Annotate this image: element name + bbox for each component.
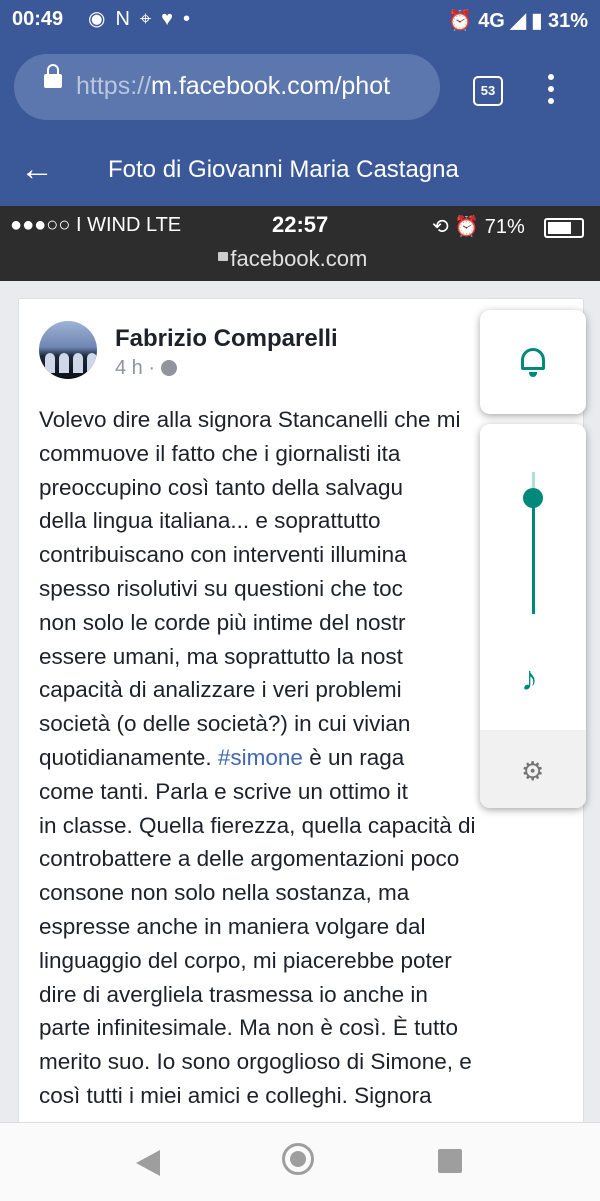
url-scheme: https:// (76, 72, 152, 100)
volume-settings: ⚙ (480, 730, 586, 808)
location-icon: ⌖ (139, 8, 162, 30)
url-host: m.facebook.com/phot (151, 72, 391, 100)
embedded-battery-fill (548, 222, 571, 234)
post-text-part1: Volevo dire alla signora Stancanelli che… (39, 407, 461, 770)
gear-icon[interactable]: ⚙ (521, 756, 544, 787)
bell-clapper (529, 372, 537, 377)
url-text: https://m.facebook.com/phot (76, 72, 426, 101)
url-bar[interactable]: https://m.facebook.com/phot (14, 54, 440, 120)
notification-icons: ◉N⌖♥• (88, 6, 200, 31)
globe-icon (161, 360, 178, 376)
browser-toolbar: https://m.facebook.com/phot 53 (0, 40, 600, 134)
dot-icon: • (183, 8, 201, 30)
status-time: 00:49 (12, 8, 64, 30)
lock-icon (44, 64, 62, 88)
post-text-part2: è un raga come tanti. Parla e scrive un … (39, 744, 476, 1108)
embedded-battery-icon (544, 218, 584, 238)
embedded-time: 22:57 (272, 212, 329, 237)
page-title: Foto di Giovanni Maria Castagna (108, 156, 459, 183)
post-author[interactable]: Fabrizio Comparelli (115, 325, 338, 353)
bell-icon[interactable] (521, 348, 545, 370)
navigation-bar (0, 1122, 600, 1201)
back-arrow-icon[interactable]: ← (20, 150, 54, 189)
tab-switcher-button[interactable]: 53 (473, 76, 503, 106)
messenger-icon: ◉ (88, 8, 116, 30)
hashtag-link[interactable]: #simone (218, 745, 303, 770)
photo-header: ← Foto di Giovanni Maria Castagna (0, 134, 600, 206)
ringer-panel (480, 310, 586, 414)
alarm-icon: ⏰ (447, 10, 473, 32)
browser-menu-icon[interactable] (548, 74, 554, 110)
volume-panel: ♪ ⚙ (480, 424, 586, 808)
nav-home-icon[interactable] (282, 1143, 314, 1175)
signal-icon: ◢ (510, 10, 526, 32)
rotation-lock-icon: ⟲ (432, 216, 449, 238)
embedded-domain-text: facebook.com (230, 246, 368, 271)
nav-recents-icon[interactable] (438, 1149, 462, 1173)
battery-label: 31% (547, 10, 588, 32)
network-label: 4G (478, 10, 505, 32)
embedded-domain: facebook.com (212, 246, 367, 272)
embedded-carrier: ●●●○○ I WIND LTE (10, 214, 182, 236)
embedded-alarm-icon: ⏰ (454, 216, 480, 238)
post-meta: 4 h · (115, 357, 178, 380)
heart-icon: ♥ (161, 8, 184, 30)
status-bar: 00:49 ◉N⌖♥• ⏰ 4G ◢ ▮ 31% (0, 0, 600, 40)
post-time[interactable]: 4 h · (115, 357, 155, 379)
status-right: ⏰ 4G ◢ ▮ 31% (448, 8, 588, 33)
embedded-right: ⟲ ⏰ 71% (432, 214, 525, 239)
volume-slider-thumb[interactable] (523, 487, 543, 508)
n-icon: N (115, 8, 140, 30)
nav-back-icon[interactable] (136, 1150, 160, 1176)
embedded-battery-label: 71% (484, 216, 525, 238)
battery-icon: ▮ (531, 10, 543, 32)
volume-level (532, 497, 535, 614)
music-note-icon: ♪ (521, 660, 538, 698)
avatar[interactable] (39, 321, 97, 379)
embedded-status-bar: ●●●○○ I WIND LTE 22:57 ⟲ ⏰ 71% facebook.… (0, 206, 600, 281)
